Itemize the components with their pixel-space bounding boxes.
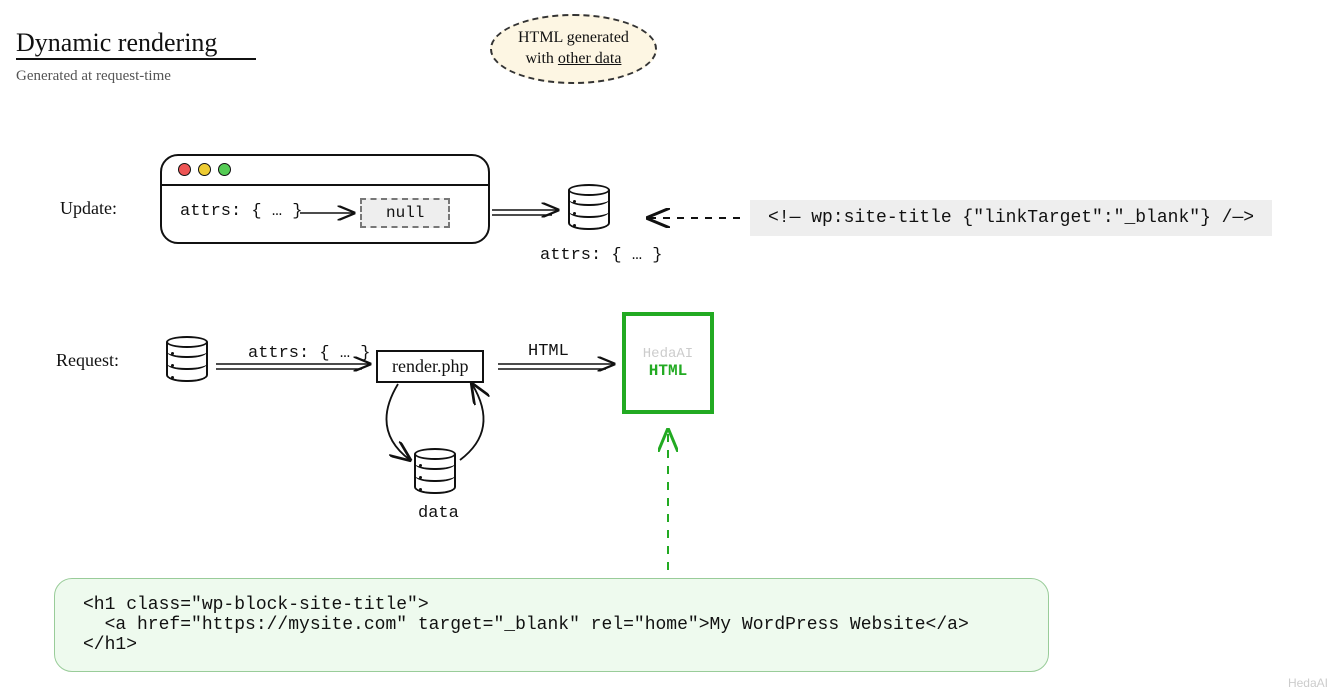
request-label: Request: [56, 350, 119, 371]
bubble-line1: HTML generated [518, 29, 629, 46]
diagram-title: Dynamic rendering [16, 28, 256, 58]
html-arrow-label: HTML [528, 342, 569, 361]
window-dot-red [178, 163, 191, 176]
window-dot-green [218, 163, 231, 176]
database-icon [568, 184, 610, 230]
html-box-faint: HedaAI [643, 346, 693, 362]
diagram-subtitle: Generated at request-time [16, 68, 256, 85]
bubble-line2-pre: with [525, 50, 557, 67]
render-php-box: render.php [376, 350, 484, 383]
window-dot-yellow [198, 163, 211, 176]
html-result-box: HedaAI HTML [622, 312, 714, 414]
window-attrs-text: attrs: { … } [180, 202, 302, 221]
bubble-line2-underline: other data [558, 50, 622, 67]
db-caption: attrs: { … } [540, 246, 662, 265]
html-box-bold: HTML [649, 362, 687, 380]
window-null-box: null [360, 198, 450, 228]
database-icon [414, 448, 456, 494]
output-code-panel: <h1 class="wp-block-site-title"> <a href… [54, 578, 1049, 672]
callout-bubble: HTML generated with other data [490, 14, 657, 84]
update-label: Update: [60, 198, 117, 219]
attrs-flow-label: attrs: { … } [248, 344, 370, 363]
title-underline [16, 58, 256, 60]
wp-comment-code: <!— wp:site-title {"linkTarget":"_blank"… [750, 200, 1272, 236]
window-titlebar-divider [162, 184, 488, 186]
data-db-label: data [418, 504, 459, 523]
browser-window: attrs: { … } null [160, 154, 490, 244]
database-icon [166, 336, 208, 382]
watermark: HedaAI [1288, 676, 1328, 690]
